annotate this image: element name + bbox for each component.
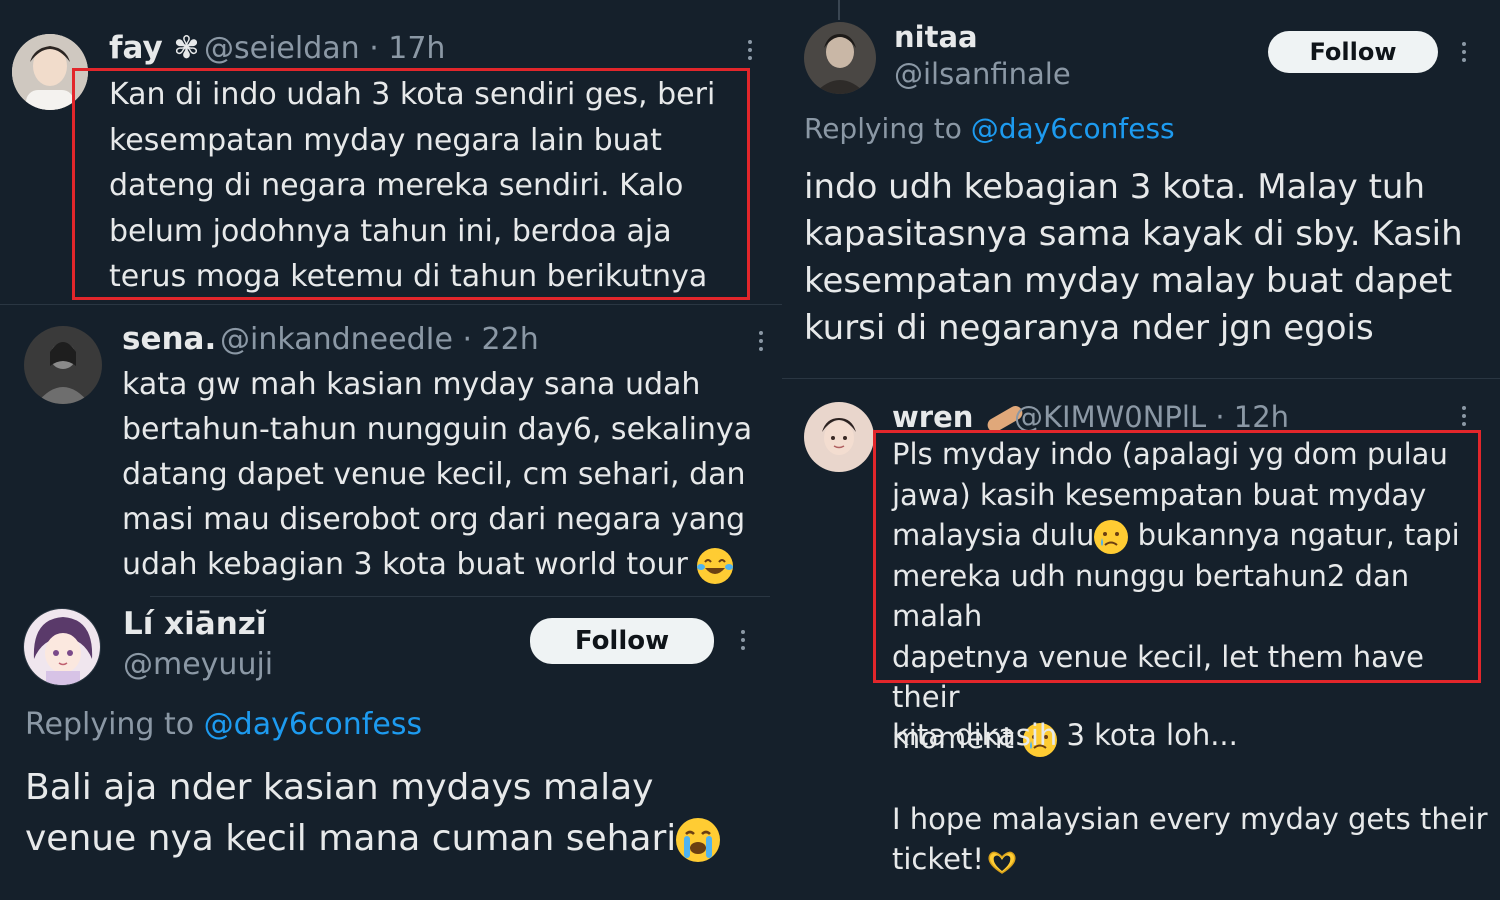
follow-button[interactable]: Follow xyxy=(1268,31,1438,73)
avatar[interactable] xyxy=(804,402,874,472)
author-name[interactable]: fay ✾ xyxy=(109,30,199,66)
author-handle[interactable]: @KIMW0NPlL · 12h xyxy=(1014,400,1289,434)
tweet-line: venue nya kecil mana cuman sehari xyxy=(25,813,721,864)
mention-link[interactable]: @day6confess xyxy=(971,112,1175,145)
divider xyxy=(0,304,782,305)
divider xyxy=(782,378,1500,379)
tweet-line: kata gw mah kasian myday sana udah xyxy=(122,367,701,402)
tweet-line: udah kebagian 3 kota buat world tour xyxy=(122,542,752,587)
author-handle[interactable]: @meyuuji xyxy=(123,647,273,682)
tweet-line: indo udh kebagian 3 kota. Malay tuh xyxy=(804,167,1426,207)
more-options-icon[interactable] xyxy=(1462,42,1468,62)
more-options-icon[interactable] xyxy=(741,630,747,650)
more-options-icon[interactable] xyxy=(748,40,754,60)
avatar[interactable] xyxy=(23,608,101,686)
more-options-icon[interactable] xyxy=(759,331,765,351)
avatar-photo-icon xyxy=(24,326,102,404)
tweet-text: kata gw mah kasian myday sana udah berta… xyxy=(122,362,752,587)
tweet-line: kapasitasnya sama kayak di sby. Kasih xyxy=(804,214,1463,254)
flower-icon: ✾ xyxy=(173,30,200,66)
tweet-line: Bali aja nder kasian mydays malay xyxy=(25,767,654,808)
tweet-text: Bali aja nder kasian mydays malay venue … xyxy=(25,762,721,864)
tweet-line: datang dapet venue kecil, cm sehari, dan xyxy=(122,457,746,492)
avatar-photo-icon xyxy=(804,22,876,94)
author-name[interactable]: nitaa xyxy=(894,20,978,54)
tweet-line: ticket! xyxy=(892,839,1488,879)
avatar-photo-icon xyxy=(804,402,874,472)
author-handle[interactable]: @ilsanfinale xyxy=(894,57,1071,91)
author-name[interactable]: wren xyxy=(892,400,1025,435)
replying-to: Replying to @day6confess xyxy=(804,112,1175,145)
tweet-line: I hope malaysian every myday gets their xyxy=(892,802,1488,836)
heart-hands-icon xyxy=(984,847,1020,875)
author-name[interactable]: sena. xyxy=(122,321,216,357)
follow-button[interactable]: Follow xyxy=(530,618,714,664)
mention-link[interactable]: @day6confess xyxy=(204,707,422,742)
thread-line xyxy=(838,0,840,20)
replying-label: Replying to xyxy=(25,707,204,742)
replying-label: Replying to xyxy=(804,112,971,145)
avatar[interactable] xyxy=(804,22,876,94)
divider xyxy=(150,596,770,597)
author-name[interactable]: Lí xiānzĭ xyxy=(123,606,266,642)
tweet-text-extra: I hope malaysian every myday gets their … xyxy=(892,799,1488,879)
tweet-line: bertahun-tahun nungguin day6, sekalinya xyxy=(122,412,753,447)
tweet-line: kursi di negaranya nder jgn egois xyxy=(804,308,1374,348)
tweet-text: indo udh kebagian 3 kota. Malay tuh kapa… xyxy=(804,164,1463,352)
avatar[interactable] xyxy=(24,326,102,404)
left-column: fay ✾ @seieldan · 17h Kan di indo udah 3… xyxy=(0,0,782,900)
replying-to: Replying to @day6confess xyxy=(25,707,422,742)
more-options-icon[interactable] xyxy=(1462,406,1468,426)
avatar-anime-icon xyxy=(24,609,100,685)
tweet-line: masi mau diserobot org dari negara yang xyxy=(122,502,746,537)
highlight-box xyxy=(873,430,1481,683)
right-column: nitaa @ilsanfinale Follow Replying to @d… xyxy=(782,0,1500,900)
screenshot-canvas: fay ✾ @seieldan · 17h Kan di indo udah 3… xyxy=(0,0,1500,900)
author-handle[interactable]: @inkandneedIe · 22h xyxy=(220,322,539,357)
loudly-crying-face-icon xyxy=(676,818,721,862)
author-handle[interactable]: @seieldan · 17h xyxy=(204,31,445,66)
tweet-text-extra: kita dikasih 3 kota loh... xyxy=(892,718,1238,752)
face-with-tears-of-joy-icon xyxy=(697,547,734,584)
highlight-box xyxy=(72,68,750,300)
tweet-line: kesempatan myday malay buat dapet xyxy=(804,261,1453,301)
